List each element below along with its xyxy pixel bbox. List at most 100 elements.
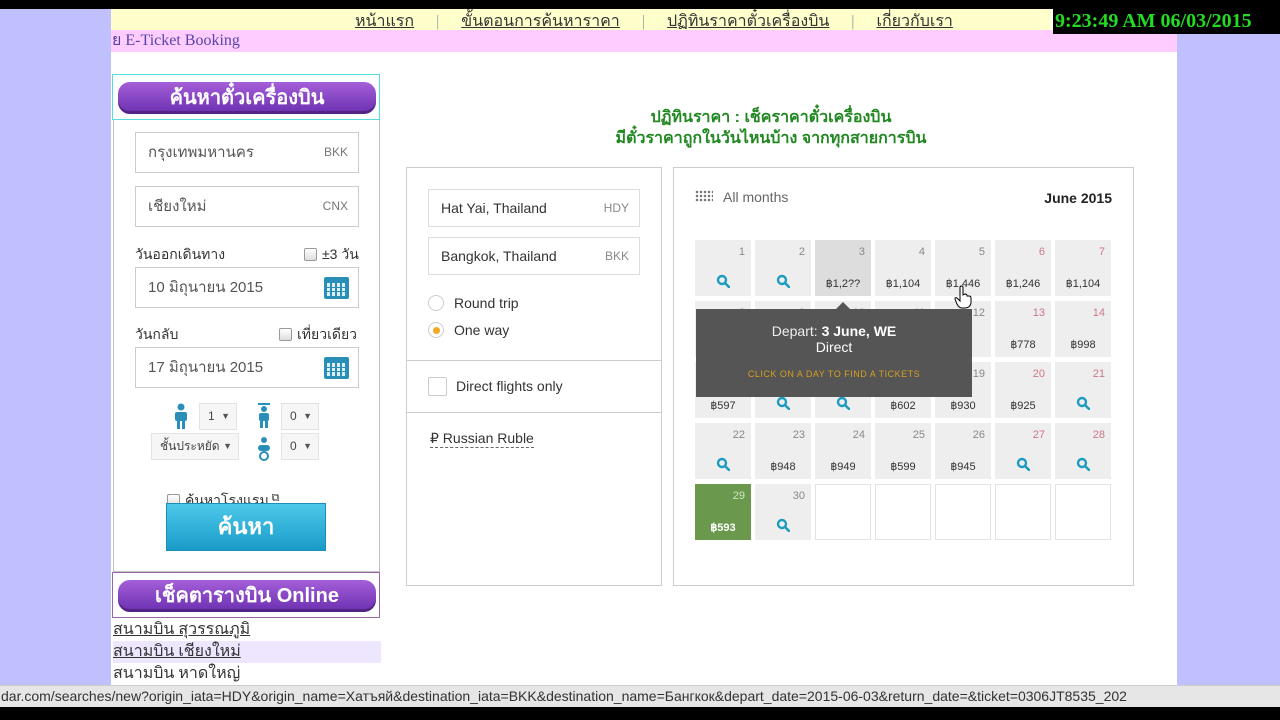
chevron-down-icon: ▼ [223,441,232,451]
search-icon [1076,396,1090,410]
calendar-day-23[interactable]: 23 ฿948 [755,423,811,479]
day-price: ฿597 [710,400,736,412]
direct-flights-checkbox[interactable] [428,377,447,396]
all-months-button[interactable]: All months [695,189,788,205]
airport-link-suvarnabhumi[interactable]: สนามบิน สุวรรณภูมิ [113,619,381,641]
calendar-day-27[interactable]: 27 [995,423,1051,479]
round-trip-radio[interactable] [428,295,444,311]
day-number: 14 [1092,307,1105,319]
flex-days-option[interactable]: ±3 วัน [304,244,359,266]
calendar-icon[interactable] [324,357,349,379]
screen-bottom-bar [0,707,1280,720]
search-button[interactable]: ค้นหา [166,503,326,551]
one-way-trip-option[interactable]: One way [428,322,509,338]
search-icon [836,396,850,410]
day-price: ฿949 [830,461,856,473]
calendar-day-29[interactable]: 29 ฿593 [695,484,751,540]
infant-icon [258,437,270,461]
calendar-empty-cell [815,484,871,540]
airport-link-chiang-mai[interactable]: สนามบิน เชียงใหม่ [113,641,381,663]
day-number: 20 [1032,368,1045,380]
day-number: 2 [798,246,805,258]
calendar-day-24[interactable]: 24 ฿949 [815,423,871,479]
calendar-day-2[interactable]: 2 [755,240,811,296]
round-trip-option[interactable]: Round trip [428,295,519,311]
day-number: 1 [738,246,745,258]
nav-link-home[interactable]: หน้าแรก [355,13,414,30]
nav-link-about[interactable]: เกี่ยวกับเรา [877,13,953,30]
calendar-empty-cell [875,484,931,540]
calendar-day-6[interactable]: 6 ฿1,246 [995,240,1051,296]
widget-origin-field[interactable]: Hat Yai, Thailand HDY [428,189,640,227]
infants-select[interactable]: 0 ▼ [281,433,319,460]
round-trip-label: Round trip [454,295,519,311]
site-title: ย E-Ticket Booking [111,30,1177,52]
day-number: 3 [858,246,865,258]
nav-separator: | [436,13,440,30]
adults-select[interactable]: 1 ▼ [199,403,237,430]
calendar-day-20[interactable]: 20 ฿925 [995,362,1051,418]
heading-line-1: ปฏิทินราคา : เช็คราคาตั๋วเครื่องบิน [650,109,892,126]
return-date-value: 17 มิถุนายน 2015 [148,359,264,376]
one-way-option[interactable]: เที่ยวเดียว [279,324,357,346]
infants-value: 0 [290,439,297,453]
nav-link-price-calendar[interactable]: ปฏิทินราคาตั๋วเครื่องบิน [667,13,829,30]
calendar-day-3[interactable]: 3 ฿1,2?? [815,240,871,296]
flex-days-label: ±3 วัน [322,246,359,262]
adults-value: 1 [208,409,215,423]
search-icon [716,274,730,288]
calendar-day-7[interactable]: 7 ฿1,104 [1055,240,1111,296]
day-number: 12 [972,307,985,319]
day-number: 19 [972,368,985,380]
day-number: 25 [912,429,925,441]
flight-filter-panel: Hat Yai, Thailand HDY Bangkok, Thailand … [406,167,662,586]
calendar-day-22[interactable]: 22 [695,423,751,479]
day-price: ฿1,246 [1005,278,1041,290]
calendar-day-26[interactable]: 26 ฿945 [935,423,991,479]
depart-date-field[interactable]: 10 มิถุนายน 2015 [135,267,359,308]
origin-field[interactable]: กรุงเทพมหานคร BKK [135,132,359,173]
children-select[interactable]: 0 ▼ [281,403,319,430]
tooltip-depart-prefix: Depart: [771,323,818,339]
flight-schedule-title: เช็คตารางบิน Online [118,580,376,612]
currency-selector[interactable]: ₽ Russian Ruble [430,430,534,448]
calendar-day-4[interactable]: 4 ฿1,104 [875,240,931,296]
calendar-empty-cell [995,484,1051,540]
airport-link-hat-yai[interactable]: สนามบิน หาดใหญ่ [113,663,381,685]
grid-icon [695,190,713,202]
calendar-day-30[interactable]: 30 [755,484,811,540]
return-date-field[interactable]: 17 มิถุนายน 2015 [135,347,359,388]
calendar-day-1[interactable]: 1 [695,240,751,296]
flex-days-checkbox[interactable] [304,248,317,261]
day-number: 27 [1032,429,1045,441]
children-value: 0 [290,409,297,423]
return-date-label: วันกลับ [135,326,179,342]
nav-link-search-steps[interactable]: ขั้นตอนการค้นหาราคา [461,13,620,30]
calendar-day-21[interactable]: 21 [1055,362,1111,418]
day-number: 5 [978,246,985,258]
one-way-checkbox[interactable] [279,328,292,341]
day-number: 13 [1032,307,1045,319]
day-price: ฿1,104 [885,278,921,290]
widget-destination-field[interactable]: Bangkok, Thailand BKK [428,237,640,275]
direct-flights-option[interactable]: Direct flights only [428,377,563,396]
calendar-empty-cell [1055,484,1111,540]
day-number: 23 [792,429,805,441]
cabin-class-select[interactable]: ชั้นประหยัด ▼ [151,433,239,460]
destination-field[interactable]: เชียงใหม่ CNX [135,186,359,227]
calendar-day-28[interactable]: 28 [1055,423,1111,479]
page-heading: ปฏิทินราคา : เช็คราคาตั๋วเครื่องบิน มีตั… [401,107,1141,149]
calendar-day-25[interactable]: 25 ฿599 [875,423,931,479]
clock-display: 9:23:49 AM 06/03/2015 [1053,9,1280,34]
day-price: ฿602 [890,400,916,412]
web-page: หน้าแรก | ขั้นตอนการค้นหาราคา | ปฏิทินราคาตั… [111,9,1177,699]
day-number: 30 [792,490,805,502]
calendar-icon[interactable] [324,277,349,299]
search-icon [716,457,730,471]
one-way-radio[interactable] [428,322,444,338]
day-price: ฿930 [950,400,976,412]
calendar-day-14[interactable]: 14 ฿998 [1055,301,1111,357]
day-number: 4 [918,246,925,258]
search-icon [776,396,790,410]
calendar-day-13[interactable]: 13 ฿778 [995,301,1051,357]
